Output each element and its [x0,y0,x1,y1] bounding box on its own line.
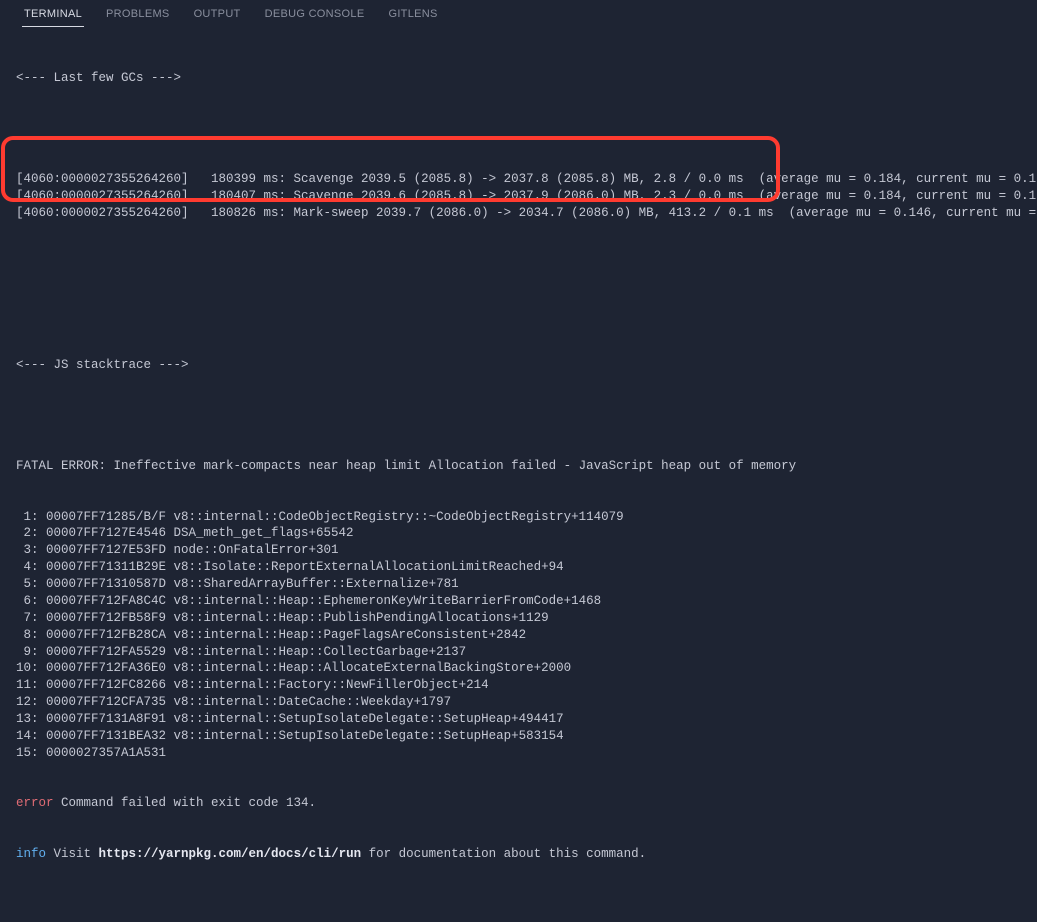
stack-line: 1: 00007FF71285/B/F v8::internal::CodeOb… [16,509,1021,526]
tab-gitlens[interactable]: GITLENS [376,2,449,26]
panel-tabs: TERMINAL PROBLEMS OUTPUT DEBUG CONSOLE G… [0,0,1037,28]
gc-line: [4060:0000027355264260] 180407 ms: Scave… [16,188,1021,205]
gc-line: [4060:0000027355264260] 180399 ms: Scave… [16,171,1021,188]
fatal-error: FATAL ERROR: Ineffective mark-compacts n… [16,458,1021,475]
stack-lines: 1: 00007FF71285/B/F v8::internal::CodeOb… [16,509,1021,762]
stack-line: 14: 00007FF7131BEA32 v8::internal::Setup… [16,728,1021,745]
info-prefix: info [16,847,46,861]
blank-line [16,407,1021,424]
info-mid: Visit [46,847,99,861]
stack-line: 10: 00007FF712FA36E0 v8::internal::Heap:… [16,660,1021,677]
stack-line: 8: 00007FF712FB28CA v8::internal::Heap::… [16,627,1021,644]
info-line: info Visit https://yarnpkg.com/en/docs/c… [16,846,1021,863]
terminal-output[interactable]: <--- Last few GCs ---> [4060:00000273552… [0,28,1037,922]
tab-terminal[interactable]: TERMINAL [12,2,94,26]
stack-line: 3: 00007FF7127E53FD node::OnFatalError+3… [16,542,1021,559]
blank-line [16,120,1021,137]
stack-line: 6: 00007FF712FA8C4C v8::internal::Heap::… [16,593,1021,610]
info-suffix: for documentation about this command. [361,847,646,861]
gc-lines: [4060:0000027355264260] 180399 ms: Scave… [16,171,1021,222]
gc-header: <--- Last few GCs ---> [16,70,1021,87]
gc-line: [4060:0000027355264260] 180826 ms: Mark-… [16,205,1021,222]
info-url: https://yarnpkg.com/en/docs/cli/run [99,847,362,861]
stack-line: 9: 00007FF712FA5529 v8::internal::Heap::… [16,644,1021,661]
blank-line [16,255,1021,272]
stack-line: 7: 00007FF712FB58F9 v8::internal::Heap::… [16,610,1021,627]
stack-line: 12: 00007FF712CFA735 v8::internal::DateC… [16,694,1021,711]
stack-line: 11: 00007FF712FC8266 v8::internal::Facto… [16,677,1021,694]
error-prefix: error [16,796,54,810]
stack-line: 13: 00007FF7131A8F91 v8::internal::Setup… [16,711,1021,728]
error-line: error Command failed with exit code 134. [16,795,1021,812]
stack-header: <--- JS stacktrace ---> [16,357,1021,374]
stack-line: 5: 00007FF71310587D v8::SharedArrayBuffe… [16,576,1021,593]
error-text: Command failed with exit code 134. [54,796,317,810]
stack-line: 4: 00007FF71311B29E v8::Isolate::ReportE… [16,559,1021,576]
blank-line [16,306,1021,323]
stack-line: 15: 0000027357A1A531 [16,745,1021,762]
tab-problems[interactable]: PROBLEMS [94,2,182,26]
tab-output[interactable]: OUTPUT [182,2,253,26]
tab-debug-console[interactable]: DEBUG CONSOLE [253,2,377,26]
stack-line: 2: 00007FF7127E4546 DSA_meth_get_flags+6… [16,525,1021,542]
